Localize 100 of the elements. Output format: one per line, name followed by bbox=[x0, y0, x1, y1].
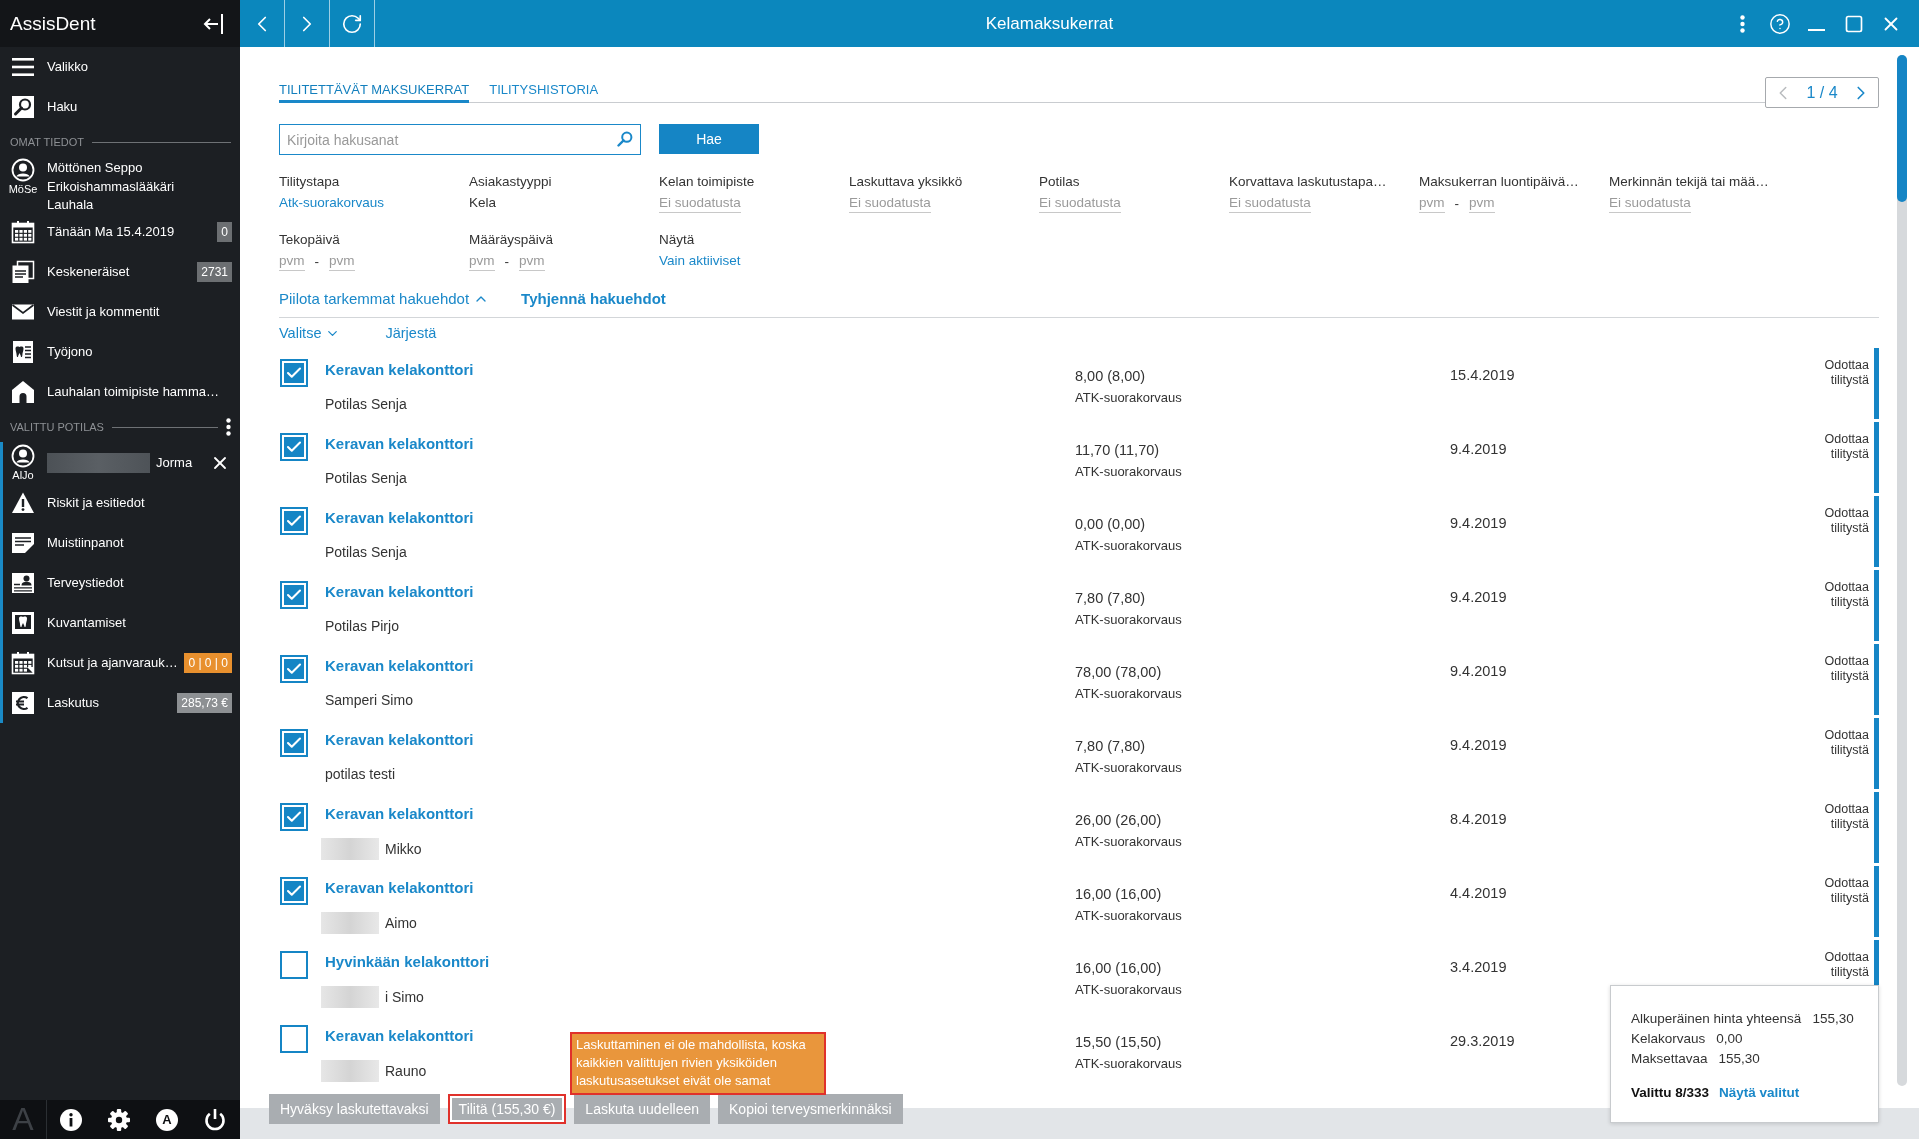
amount: 16,00 (16,00) bbox=[1075, 959, 1162, 978]
filter-label: Tekopäivä bbox=[279, 231, 340, 249]
status-stripe bbox=[1874, 348, 1879, 419]
sidebar-item[interactable]: Laskutus bbox=[11, 691, 172, 715]
office-link[interactable]: Hyvinkään kelakonttori bbox=[325, 952, 490, 972]
sidebar-item[interactable]: Tänään Ma 15.4.2019 bbox=[11, 220, 212, 244]
status-text: Odottaa tilitystä bbox=[1823, 506, 1869, 536]
info-icon[interactable] bbox=[59, 1107, 83, 1132]
tab[interactable]: TILITYSHISTORIA bbox=[489, 81, 599, 103]
date-to-field[interactable]: pvm bbox=[519, 252, 545, 271]
summary-label: Maksettavaa bbox=[1631, 1050, 1708, 1068]
patient-name: Potilas Senja bbox=[325, 469, 407, 488]
warning-icon bbox=[11, 491, 35, 515]
search-icon bbox=[11, 95, 35, 119]
filter-value[interactable]: Ei suodatusta bbox=[1609, 194, 1691, 213]
filter-value[interactable]: Ei suodatusta bbox=[849, 194, 931, 213]
checkbox[interactable] bbox=[280, 507, 308, 535]
sidebar-item[interactable]: Muistiinpanot bbox=[11, 531, 232, 555]
office-link[interactable]: Keravan kelakonttori bbox=[325, 878, 474, 898]
show-selected-link[interactable]: Näytä valitut bbox=[1719, 1083, 1800, 1103]
checkbox[interactable] bbox=[280, 581, 308, 609]
sidebar-item[interactable]: Kuvantamiset bbox=[11, 611, 232, 635]
office-link[interactable]: Keravan kelakonttori bbox=[325, 508, 474, 528]
status-text: Odottaa tilitystä bbox=[1823, 358, 1869, 388]
house-icon bbox=[11, 380, 35, 404]
office-link[interactable]: Keravan kelakonttori bbox=[325, 582, 474, 602]
count-badge: 2731 bbox=[197, 262, 232, 282]
checkbox[interactable] bbox=[280, 433, 308, 461]
warning-tooltip: Laskuttaminen ei ole mahdollista, koska kaikkien valittujen rivien yksiköiden laskutusasetukset eivät ole samat bbox=[570, 1032, 826, 1095]
checkbox[interactable] bbox=[280, 729, 308, 757]
status-text: Odottaa tilitystä bbox=[1823, 432, 1869, 462]
range-separator: - bbox=[314, 252, 319, 271]
office-link[interactable]: Keravan kelakonttori bbox=[325, 1026, 474, 1046]
kebab-icon bbox=[1740, 14, 1745, 33]
office-link[interactable]: Keravan kelakonttori bbox=[325, 804, 474, 824]
sidebar-item[interactable]: Terveystiedot bbox=[11, 571, 232, 595]
date-to-field[interactable]: pvm bbox=[1469, 194, 1495, 213]
checkbox[interactable] bbox=[280, 803, 308, 831]
refresh-icon bbox=[341, 12, 363, 35]
sidebar-item[interactable]: Kutsut ja ajanvarauk… bbox=[11, 651, 179, 675]
patient-name: Samperi Simo bbox=[325, 691, 413, 710]
sidebar-item[interactable]: Lauhalan toimipiste hamma… bbox=[11, 380, 232, 404]
search-icon[interactable] bbox=[617, 131, 633, 147]
tab[interactable]: TILITETTÄVÄT MAKSUKERRAT bbox=[279, 81, 470, 103]
checkbox[interactable] bbox=[280, 877, 308, 905]
range-separator: - bbox=[1454, 194, 1459, 213]
clear-search-link[interactable]: Tyhjennä hakuehdot bbox=[521, 289, 666, 309]
date: 9.4.2019 bbox=[1450, 737, 1507, 753]
sidebar-item[interactable]: Riskit ja esitiedot bbox=[11, 491, 232, 515]
date-to-field[interactable]: pvm bbox=[329, 252, 355, 271]
amount: 7,80 (7,80) bbox=[1075, 737, 1146, 756]
kebab-icon[interactable] bbox=[226, 418, 231, 436]
scrollbar-thumb[interactable] bbox=[1897, 55, 1907, 202]
filter-value[interactable]: Ei suodatusta bbox=[1229, 194, 1311, 213]
filter-label: Maksukerran luontipäivä… bbox=[1419, 173, 1579, 191]
filter-value[interactable]: Ei suodatusta bbox=[659, 194, 741, 213]
power-icon[interactable] bbox=[203, 1107, 227, 1132]
settings-icon[interactable] bbox=[107, 1107, 131, 1132]
status-stripe bbox=[1874, 570, 1879, 641]
patient-name: Jorma bbox=[156, 455, 194, 470]
office-link[interactable]: Keravan kelakonttori bbox=[325, 730, 474, 750]
sidebar-item[interactable]: Keskeneräiset bbox=[11, 260, 192, 284]
patient-name: i Simo bbox=[385, 988, 424, 1007]
patient-name: Aimo bbox=[385, 914, 417, 933]
filter-label: Näytä bbox=[659, 231, 695, 249]
select-menu[interactable]: Valitse bbox=[279, 323, 341, 343]
scrollbar[interactable] bbox=[1897, 55, 1907, 1086]
date-from-field[interactable]: pvm bbox=[469, 252, 495, 271]
date: 8.4.2019 bbox=[1450, 811, 1507, 827]
filter-value[interactable]: Ei suodatusta bbox=[1039, 194, 1121, 213]
user-initials: MöSe bbox=[8, 183, 38, 196]
payment-method: ATK-suorakorvaus bbox=[1075, 833, 1182, 851]
sidebar-item[interactable]: Haku bbox=[11, 95, 232, 119]
status-text: Odottaa tilitystä bbox=[1823, 876, 1869, 906]
checkbox[interactable] bbox=[280, 359, 308, 387]
checkbox[interactable] bbox=[280, 951, 308, 979]
sidebar-item[interactable]: Työjono bbox=[11, 340, 232, 364]
search-field[interactable]: Kirjoita hakusanat bbox=[279, 124, 641, 155]
patient-name: Rauno bbox=[385, 1062, 427, 1081]
date-from-field[interactable]: pvm bbox=[279, 252, 305, 271]
profile-button[interactable]: A bbox=[156, 1108, 178, 1131]
collapse-icon[interactable] bbox=[202, 11, 226, 36]
amount: 26,00 (26,00) bbox=[1075, 811, 1162, 830]
checkbox[interactable] bbox=[280, 1025, 308, 1053]
office-link[interactable]: Keravan kelakonttori bbox=[325, 434, 474, 454]
sidebar-item[interactable]: Viestit ja kommentit bbox=[11, 300, 232, 324]
office-link[interactable]: Keravan kelakonttori bbox=[325, 360, 474, 380]
page-indicator: 1 / 4 bbox=[1806, 83, 1838, 102]
payment-method: ATK-suorakorvaus bbox=[1075, 537, 1182, 555]
filter-value[interactable]: Vain aktiiviset bbox=[659, 252, 741, 271]
sort-link[interactable]: Järjestä bbox=[385, 323, 437, 343]
sidebar-item[interactable]: Valikko bbox=[11, 55, 232, 79]
date-from-field[interactable]: pvm bbox=[1419, 194, 1445, 213]
checkbox[interactable] bbox=[280, 655, 308, 683]
filter-value[interactable]: Atk-suorakorvaus bbox=[279, 194, 385, 213]
patient-name: Potilas Senja bbox=[325, 543, 407, 562]
search-button[interactable]: Hae bbox=[659, 124, 759, 154]
user-name: Möttönen Seppo bbox=[47, 159, 144, 177]
advanced-search-toggle[interactable]: Piilota tarkemmat hakuehdot bbox=[279, 289, 490, 309]
office-link[interactable]: Keravan kelakonttori bbox=[325, 656, 474, 676]
